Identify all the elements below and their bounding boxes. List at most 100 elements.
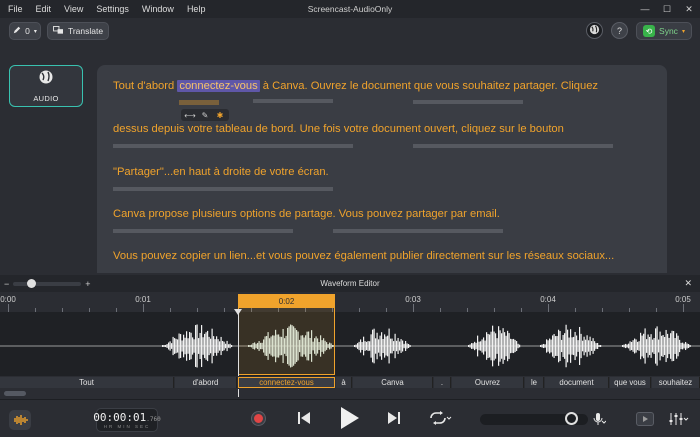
menu-file[interactable]: File [8,4,23,14]
maximize-button[interactable]: ☐ [656,0,678,18]
word-chip[interactable]: Canva [353,377,433,388]
ruler-label: 0:01 [135,295,151,304]
selection-time-label[interactable]: 0:02 [238,294,335,308]
timecode-value: 00:00:01 [93,411,147,424]
transport-bar: 00:00:01.760 HR MIN SEC [0,399,700,437]
waveform-bar [166,344,168,348]
chevron-down-icon[interactable]: ▾ [682,28,685,35]
waveform-bar [469,344,471,348]
waveform-bar [184,337,186,355]
word-chip[interactable]: Ouvrez [452,377,524,388]
word-chip[interactable]: souhaitez [652,377,700,388]
waveform-bar [204,333,206,359]
waveform-bar [390,338,392,354]
volume-slider-knob[interactable] [565,412,578,425]
menu-help[interactable]: Help [187,4,206,14]
audio-icon[interactable]: ✱ [214,111,226,120]
waveform-bar [686,343,688,349]
waveform-bar [511,339,513,353]
menu-view[interactable]: View [64,4,83,14]
waveform-bar [229,343,231,349]
transcript-panel[interactable]: Tout d'abord connectez-vous à Canva. Ouv… [97,65,667,273]
voice-globe-button[interactable] [586,22,603,39]
waveform-bar [628,343,630,349]
waveform-bar [646,339,648,353]
title-bar: File Edit View Settings Window Help Scre… [0,0,700,18]
waveform-bar [679,339,681,353]
waveform-bar [385,336,387,356]
transcript-line[interactable]: "Partager"...en haut à droite de votre é… [113,166,329,178]
transcript-selected-word[interactable]: connectez-vous [177,80,260,92]
ruler-tick [548,304,549,312]
help-button[interactable]: ? [611,22,628,39]
transcript-line[interactable]: dessus depuis votre tableau de bord. Une… [113,123,564,135]
word-chip[interactable]: document [545,377,609,388]
waveform-bar [544,344,546,348]
transcript-text[interactable]: Tout d'abord [113,80,177,92]
transcript-text[interactable]: à Canva. Ouvrez le document que vous sou… [260,80,598,92]
word-chip[interactable]: . [434,377,451,388]
playhead-handle[interactable] [234,309,242,315]
timecode-units: HR MIN SEC [103,424,151,429]
waveform-toggle-button[interactable] [9,410,31,430]
minimize-button[interactable]: — [634,0,656,18]
word-chip[interactable]: à [336,377,352,388]
waveform-bar [195,325,197,367]
word-chip[interactable]: connectez-vous [238,377,335,388]
transcript-line[interactable]: Canva propose plusieurs options de parta… [113,208,500,220]
waveform-bar [180,334,182,358]
transcript-line[interactable]: Tout d'abord connectez-vous à Canva. Ouv… [113,80,598,92]
menu-window[interactable]: Window [142,4,174,14]
waveform-bar [190,332,192,360]
waveform-close-button[interactable]: ✕ [684,278,692,289]
waveform-bar [564,333,566,359]
preview-button[interactable] [636,412,654,426]
sync-button[interactable]: ⟲ Sync ▾ [636,22,692,40]
waveform-area[interactable] [0,312,700,376]
waveform-bar [403,343,405,349]
waveform-bar [514,339,516,353]
waveform-bar [671,330,673,362]
waveform-bar [364,341,366,351]
globe-icon [38,69,54,90]
time-ruler[interactable]: 0:00 0:01 0:02 0:03 0:04 0:05 [0,292,700,312]
chevron-down-icon: ▾ [33,28,37,35]
waveform-bar [223,341,225,351]
waveform-bar [171,343,173,349]
skip-back-button[interactable] [296,410,312,426]
waveform-bar [543,343,545,349]
mixer-settings-button[interactable] [668,411,690,427]
translate-button[interactable]: Translate [47,22,109,40]
word-chip[interactable]: d'abord [175,377,237,388]
transcript-line[interactable]: Vous pouvez copier un lien...et vous pou… [113,250,614,262]
waveform-bar [680,342,682,350]
loop-button[interactable] [428,410,452,426]
word-chip[interactable]: Tout [0,377,174,388]
waveform-bar [595,343,597,349]
waveform-bar [216,336,218,356]
word-chip[interactable]: le [525,377,544,388]
record-icon [252,412,265,425]
waveform-bar [626,344,628,348]
app-window: File Edit View Settings Window Help Scre… [0,0,700,437]
waveform-bar [370,334,372,358]
waveform-bar [499,330,501,362]
expand-icon[interactable]: ⟷ [184,111,196,120]
microphone-button[interactable] [592,412,606,426]
audio-track-tile[interactable]: AUDIO [9,65,83,107]
play-button[interactable] [338,406,360,430]
record-button[interactable] [252,412,265,425]
waveform-bar [400,339,402,353]
skip-forward-button[interactable] [386,410,402,426]
word-chip[interactable]: que vous [610,377,651,388]
menu-settings[interactable]: Settings [96,4,129,14]
close-button[interactable]: ✕ [678,0,700,18]
edit-mode-button[interactable]: 0 ▾ [9,22,41,40]
waveform-bar [519,344,521,348]
waveform-bar [562,335,564,357]
menu-edit[interactable]: Edit [36,4,52,14]
waveform-bar [632,340,634,352]
waveform-bar [397,337,399,355]
horizontal-scrollbar[interactable] [4,391,26,396]
edit-icon[interactable]: ✎ [199,111,211,120]
